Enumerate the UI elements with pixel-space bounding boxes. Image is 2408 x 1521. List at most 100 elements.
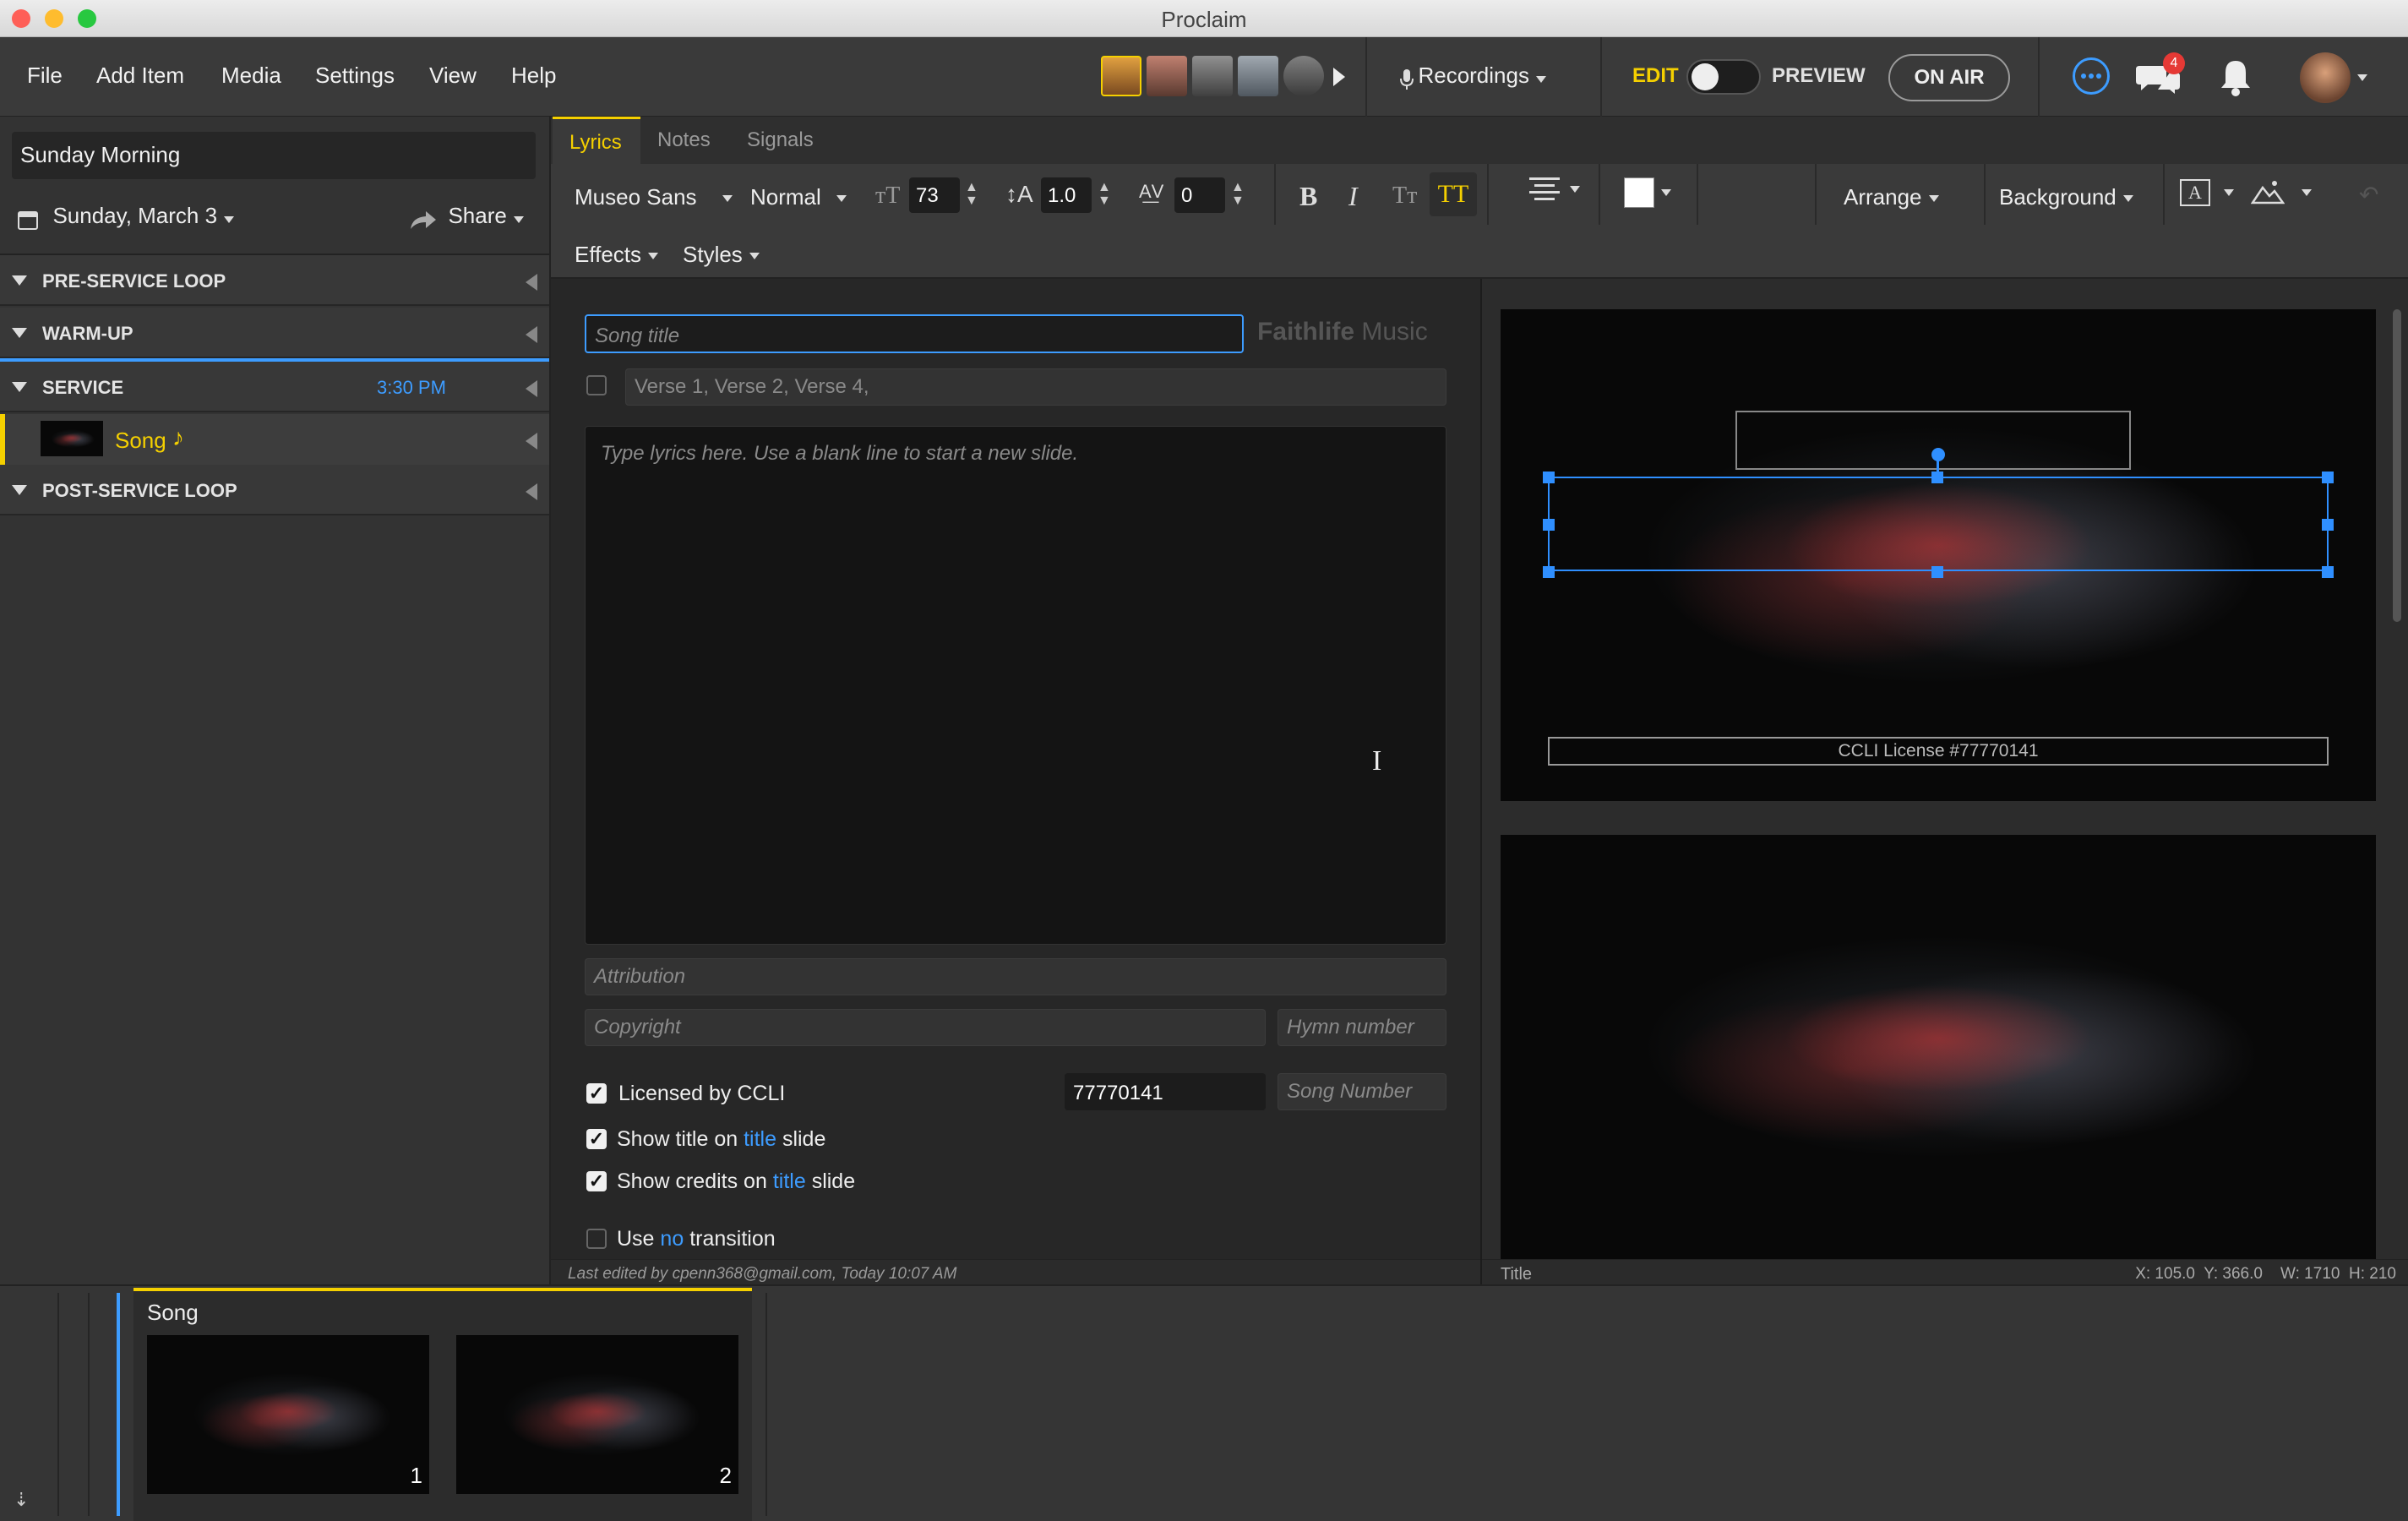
section-warm-up[interactable]: WARM-UP [0, 308, 549, 358]
arrange-dropdown[interactable]: Arrange [1844, 184, 1939, 210]
resize-handle[interactable] [2322, 566, 2334, 578]
disclosure-triangle-icon[interactable] [12, 382, 27, 392]
resize-handle[interactable] [1543, 566, 1555, 578]
font-weight-dropdown[interactable]: Normal [750, 184, 847, 210]
song-title-input[interactable]: Song title [585, 314, 1244, 353]
chevron-down-icon[interactable] [2357, 74, 2367, 81]
undo-icon[interactable]: ↶ [2359, 181, 2378, 209]
menu-file[interactable]: File [27, 63, 63, 89]
verse-order-input[interactable]: Verse 1, Verse 2, Verse 4, [625, 368, 1446, 406]
speaker-icon[interactable] [526, 433, 537, 450]
section-post-service-loop[interactable]: POST-SERVICE LOOP [0, 465, 549, 515]
more-options-icon[interactable] [2073, 57, 2110, 95]
lyrics-textarea[interactable]: Type lyrics here. Use a blank line to st… [585, 426, 1446, 945]
song-slide-group[interactable]: Song 1 2 [133, 1288, 752, 1521]
copyright-input[interactable]: Copyright [585, 1009, 1266, 1046]
user-avatar[interactable] [2300, 52, 2351, 103]
collaborator-avatar[interactable] [1147, 56, 1187, 96]
resize-handle[interactable] [2322, 519, 2334, 531]
chevron-down-icon[interactable] [2224, 189, 2234, 196]
credits-slide-link[interactable]: title [773, 1169, 806, 1193]
line-height-stepper[interactable]: ▲ ▼ [1098, 181, 1111, 208]
menu-settings[interactable]: Settings [315, 63, 395, 89]
sidebar-item-song[interactable]: Song ♪ [0, 414, 549, 465]
resize-handle[interactable] [2322, 472, 2334, 483]
recordings-button[interactable]: Recordings [1399, 63, 1546, 90]
menu-media[interactable]: Media [221, 63, 281, 89]
verses-checkbox[interactable] [586, 375, 607, 395]
use-transition-checkbox[interactable] [586, 1229, 607, 1249]
licensed-ccli-checkbox[interactable]: ✓ [586, 1083, 607, 1104]
menu-add-item[interactable]: Add Item [96, 63, 184, 89]
notifications-icon[interactable] [2219, 59, 2253, 101]
text-box-icon[interactable]: A [2180, 179, 2210, 206]
service-time[interactable]: 3:30 PM [377, 377, 446, 399]
title-slide-link[interactable]: title [744, 1127, 776, 1151]
tab-notes[interactable]: Notes [657, 128, 711, 152]
faithlife-music-logo[interactable]: Faithlife Music [1257, 318, 1428, 346]
line-height-field[interactable]: 1.0 [1041, 177, 1092, 213]
effects-dropdown[interactable]: Effects [575, 242, 659, 268]
speaker-icon[interactable] [526, 326, 537, 343]
collaborator-avatar[interactable] [1283, 56, 1324, 96]
speaker-icon[interactable] [526, 483, 537, 500]
font-size-field[interactable]: 73 [909, 177, 960, 213]
collaborator-avatar[interactable] [1101, 56, 1141, 96]
speaker-icon[interactable] [526, 380, 537, 397]
play-icon[interactable] [1333, 68, 1345, 86]
font-family-dropdown[interactable]: Museo Sans [575, 184, 733, 210]
preview-mode-label[interactable]: PREVIEW [1772, 64, 1866, 88]
styles-dropdown[interactable]: Styles [683, 242, 760, 268]
bold-icon[interactable]: B [1299, 181, 1317, 212]
hymn-number-input[interactable]: Hymn number [1278, 1009, 1446, 1046]
attribution-input[interactable]: Attribution [585, 958, 1446, 995]
preview-scrollbar[interactable] [2393, 309, 2401, 622]
transition-link[interactable]: no [660, 1227, 684, 1251]
disclosure-triangle-icon[interactable] [12, 485, 27, 495]
collaborator-avatar[interactable] [1192, 56, 1233, 96]
rotation-handle[interactable] [1931, 448, 1945, 461]
show-credits-checkbox[interactable]: ✓ [586, 1171, 607, 1191]
menu-view[interactable]: View [429, 63, 477, 89]
resize-handle[interactable] [1931, 566, 1943, 578]
chevron-down-icon[interactable] [1661, 189, 1671, 196]
section-pre-service-loop[interactable]: PRE-SERVICE LOOP [0, 255, 549, 306]
section-service[interactable]: SERVICE 3:30 PM [0, 362, 549, 412]
resize-handle[interactable] [1543, 472, 1555, 483]
tracking-field[interactable]: 0 [1174, 177, 1225, 213]
date-picker[interactable]: Sunday, March 3 [17, 203, 235, 231]
small-caps-icon[interactable]: Tт [1392, 183, 1417, 210]
share-button[interactable]: Share [409, 203, 524, 231]
selected-text-box[interactable] [1548, 477, 2329, 571]
resize-handle[interactable] [1931, 472, 1943, 483]
italic-icon[interactable]: I [1348, 181, 1358, 212]
text-color-swatch[interactable] [1624, 177, 1654, 208]
chevron-down-icon[interactable] [2302, 189, 2312, 196]
presentation-title-field[interactable]: Sunday Morning [12, 132, 536, 179]
slide-preview-1[interactable]: CCLI License #77770141 [1501, 309, 2376, 801]
ccli-license-text-box[interactable]: CCLI License #77770141 [1548, 737, 2329, 766]
ccli-number-input[interactable]: 77770141 [1065, 1073, 1266, 1110]
slide-preview-2[interactable] [1501, 835, 2376, 1259]
resize-handle[interactable] [1543, 519, 1555, 531]
song-number-input[interactable]: Song Number [1278, 1073, 1446, 1110]
image-insert-dropdown[interactable] [2250, 177, 2285, 210]
disclosure-triangle-icon[interactable] [12, 275, 27, 286]
all-caps-icon[interactable]: TT [1430, 172, 1477, 216]
background-dropdown[interactable]: Background [1999, 184, 2133, 210]
disclosure-triangle-icon[interactable] [12, 328, 27, 338]
title-text-box[interactable] [1735, 411, 2131, 470]
edit-mode-label[interactable]: EDIT [1632, 64, 1679, 88]
edit-preview-toggle[interactable] [1686, 59, 1761, 95]
on-air-button[interactable]: ON AIR [1888, 54, 2010, 101]
tab-lyrics[interactable]: Lyrics [553, 117, 640, 164]
menu-help[interactable]: Help [511, 63, 556, 89]
tab-signals[interactable]: Signals [747, 128, 814, 152]
tracking-stepper[interactable]: ▲ ▼ [1231, 181, 1245, 208]
show-title-checkbox[interactable]: ✓ [586, 1129, 607, 1149]
text-align-dropdown[interactable] [1529, 176, 1581, 205]
speaker-icon[interactable] [526, 274, 537, 291]
font-size-stepper[interactable]: ▲ ▼ [965, 181, 978, 208]
collapse-strip-icon[interactable]: ⇣ [14, 1489, 29, 1511]
collaborator-avatar[interactable] [1238, 56, 1278, 96]
